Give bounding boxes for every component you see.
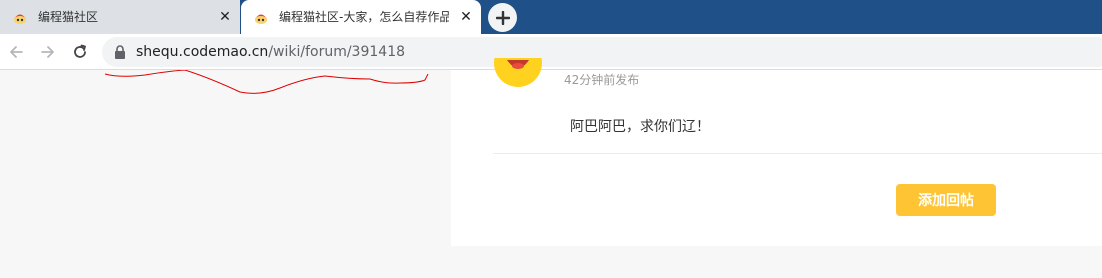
reload-button[interactable] <box>69 41 91 63</box>
plus-icon <box>495 10 510 25</box>
tab-codemao-community[interactable]: 编程猫社区 ✕ <box>0 0 240 34</box>
forward-button[interactable] <box>37 41 59 63</box>
codemao-favicon-icon <box>255 14 267 24</box>
reply-card: 42分钟前发布 阿巴阿巴，求你们辽！ 添加回帖 <box>451 58 1102 246</box>
arrow-left-icon <box>10 46 23 58</box>
red-annotation-scribble <box>104 70 429 94</box>
divider <box>493 153 1102 154</box>
tab-strip: 编程猫社区 ✕ 编程猫社区-大家，怎么自荐作品 ✕ <box>0 0 1102 34</box>
page-content: 42分钟前发布 阿巴阿巴，求你们辽！ 添加回帖 <box>0 58 1102 278</box>
post-timestamp: 42分钟前发布 <box>564 73 640 87</box>
emoji-avatar-icon <box>494 58 542 87</box>
avatar[interactable] <box>493 58 543 88</box>
url-path: /wiki/forum/391418 <box>268 44 406 60</box>
url-text: shequ.codemao.cn/wiki/forum/391418 <box>136 44 405 60</box>
lock-icon <box>115 45 125 59</box>
add-reply-button[interactable]: 添加回帖 <box>896 184 996 216</box>
address-bar[interactable]: shequ.codemao.cn/wiki/forum/391418 <box>102 37 1102 67</box>
tab-title: 编程猫社区 <box>38 10 99 24</box>
arrow-right-icon <box>41 46 54 58</box>
codemao-favicon-icon <box>14 14 26 24</box>
url-host: shequ.codemao.cn <box>136 44 269 60</box>
browser-toolbar: shequ.codemao.cn/wiki/forum/391418 <box>0 34 1102 70</box>
reload-icon <box>74 44 86 58</box>
tab-title: 编程猫社区-大家，怎么自荐作品 <box>279 10 449 24</box>
reply-content: 阿巴阿巴，求你们辽！ <box>570 119 710 135</box>
back-button[interactable] <box>5 41 27 63</box>
tab-forum-post[interactable]: 编程猫社区-大家，怎么自荐作品 ✕ <box>241 0 481 34</box>
tab-close-icon[interactable]: ✕ <box>459 10 473 24</box>
tab-close-icon[interactable]: ✕ <box>218 10 232 24</box>
new-tab-button[interactable] <box>488 3 517 32</box>
